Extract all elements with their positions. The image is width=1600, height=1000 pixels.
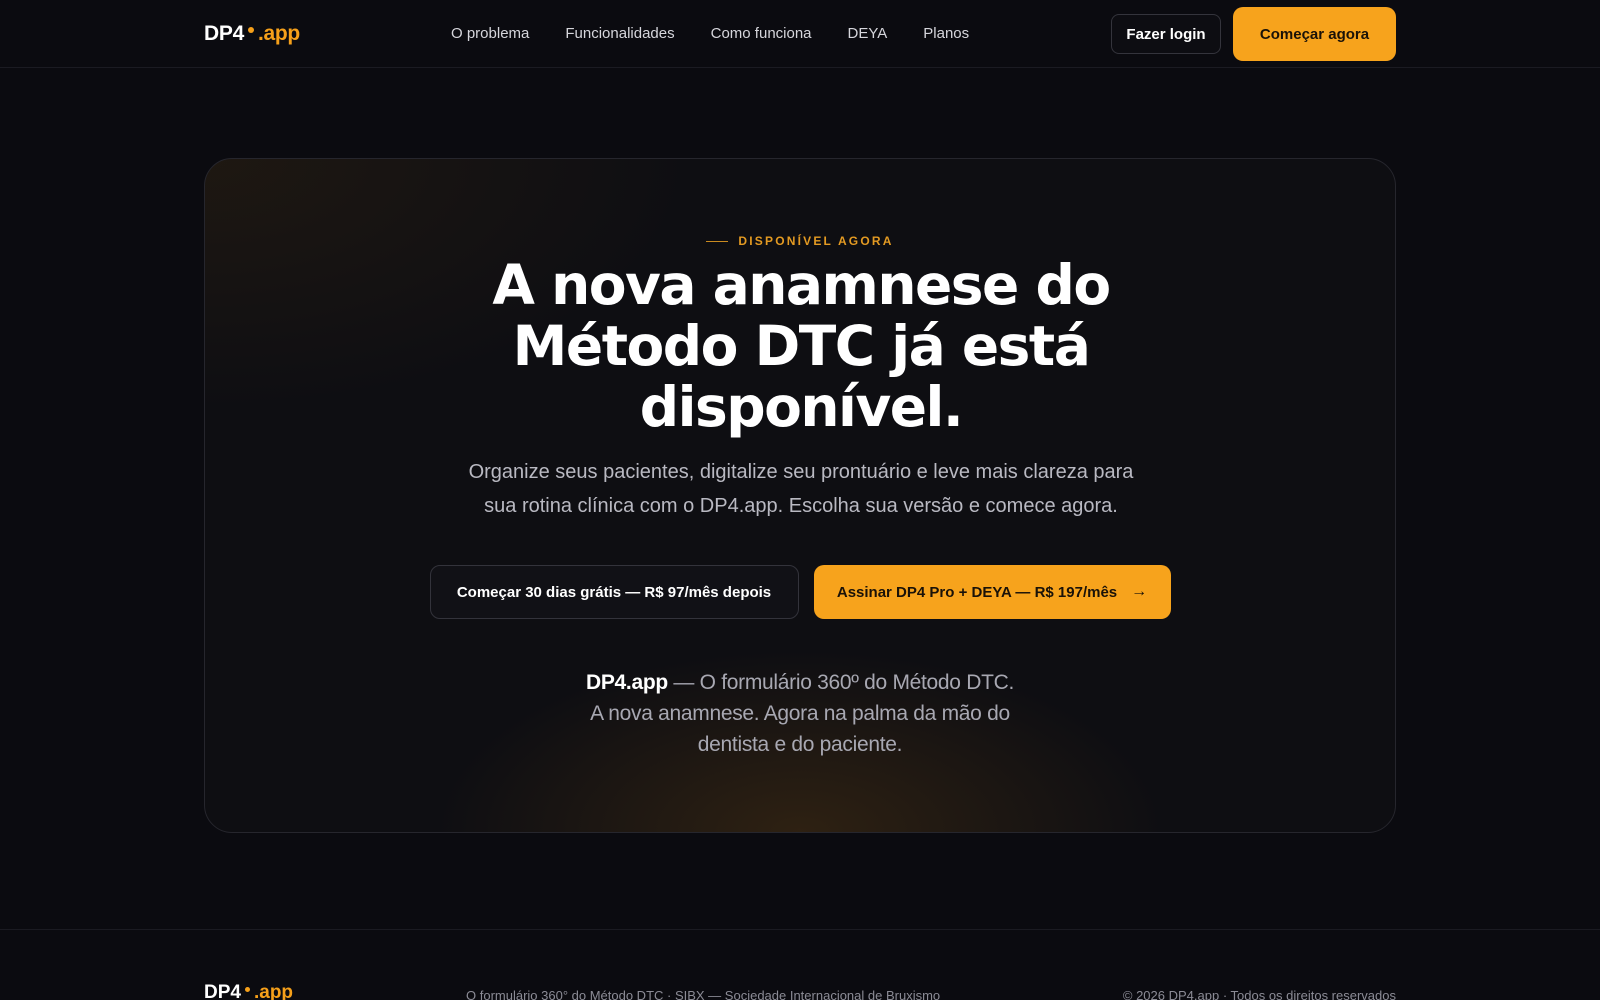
footer-logo[interactable]: DP4 .app [204, 982, 293, 1000]
eyebrow-text: DISPONÍVEL AGORA [738, 234, 894, 248]
nav-link-problema[interactable]: O problema [451, 25, 529, 42]
tagline-brand: DP4.app [585, 671, 668, 694]
nav-link-como-funciona[interactable]: Como funciona [711, 25, 812, 42]
logo-main-text: DP4 [204, 22, 244, 45]
hero-headline: A nova anamnese do Método DTC já está di… [492, 253, 1111, 439]
footer-description: O formulário 360° do Método DTC · SIBX —… [466, 988, 941, 1000]
free-trial-button[interactable]: Começar 30 dias grátis — R$ 97/mês depoi… [429, 565, 799, 619]
footer: DP4 .app O formulário 360° do Método DTC… [0, 929, 1600, 1000]
logo-ext-text: .app [257, 22, 300, 45]
logo-dot-icon [247, 27, 254, 33]
main-nav: O problema Funcionalidades Como funciona… [451, 25, 969, 42]
footer-logo-main-text: DP4 [204, 982, 241, 1000]
eyebrow: DISPONÍVEL AGORA [205, 234, 1395, 248]
footer-copyright: © 2026 DP4.app · Todos os direitos reser… [1122, 988, 1396, 1000]
arrow-right-icon: → [1131, 583, 1148, 600]
login-button[interactable]: Fazer login [1111, 14, 1221, 54]
logo[interactable]: DP4 .app [204, 22, 300, 46]
cta-row: Começar 30 dias grátis — R$ 97/mês depoi… [205, 565, 1395, 619]
subscribe-button[interactable]: Assinar DP4 Pro + DEYA — R$ 197/mês → [813, 565, 1171, 619]
subscribe-button-label: Assinar DP4 Pro + DEYA — R$ 197/mês [836, 583, 1118, 601]
nav-link-deya[interactable]: DEYA [848, 25, 888, 42]
hero-card: DISPONÍVEL AGORA A nova anamnese do Méto… [204, 158, 1396, 833]
footer-logo-dot-icon [244, 986, 250, 992]
nav-link-planos[interactable]: Planos [923, 25, 969, 42]
nav-link-funcionalidades[interactable]: Funcionalidades [565, 25, 674, 42]
top-header: DP4 .app O problema Funcionalidades Como… [0, 0, 1600, 68]
footer-logo-ext-text: .app [253, 982, 294, 1000]
start-now-button[interactable]: Começar agora [1233, 7, 1396, 61]
eyebrow-line [706, 240, 729, 242]
hero-subtitle: Organize seus pacientes, digitalize seu … [468, 461, 1134, 517]
hero-tagline: DP4.app — O formulário 360º do Método DT… [585, 667, 1015, 760]
